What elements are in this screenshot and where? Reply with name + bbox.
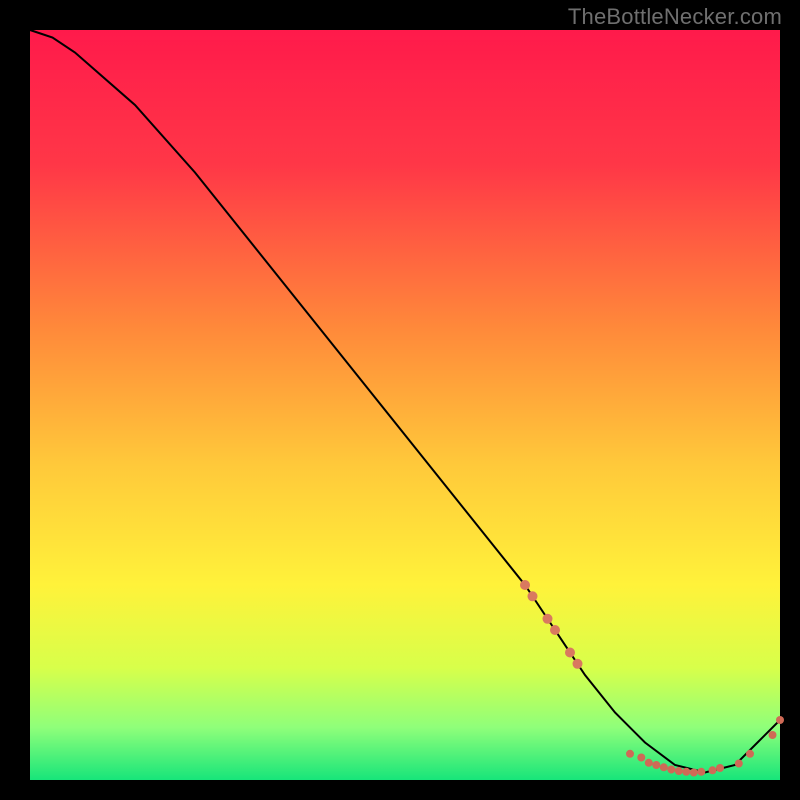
curve-marker <box>690 769 698 777</box>
bottleneck-chart: TheBottleNecker.com <box>0 0 800 800</box>
curve-marker <box>645 759 653 767</box>
curve-marker <box>746 750 754 758</box>
curve-marker <box>543 614 553 624</box>
curve-marker <box>550 625 560 635</box>
curve-marker <box>769 731 777 739</box>
plot-background <box>30 30 780 780</box>
curve-marker <box>667 766 675 774</box>
curve-marker <box>682 768 690 776</box>
curve-marker <box>652 761 660 769</box>
curve-marker <box>716 764 724 772</box>
watermark-text: TheBottleNecker.com <box>568 4 782 30</box>
curve-marker <box>573 659 583 669</box>
curve-marker <box>776 716 784 724</box>
curve-marker <box>626 750 634 758</box>
curve-marker <box>528 591 538 601</box>
curve-marker <box>675 767 683 775</box>
curve-marker <box>565 648 575 658</box>
curve-marker <box>660 763 668 771</box>
curve-marker <box>735 760 743 768</box>
chart-svg <box>0 0 800 800</box>
curve-marker <box>520 580 530 590</box>
curve-marker <box>697 768 705 776</box>
curve-marker <box>709 766 717 774</box>
curve-marker <box>637 754 645 762</box>
